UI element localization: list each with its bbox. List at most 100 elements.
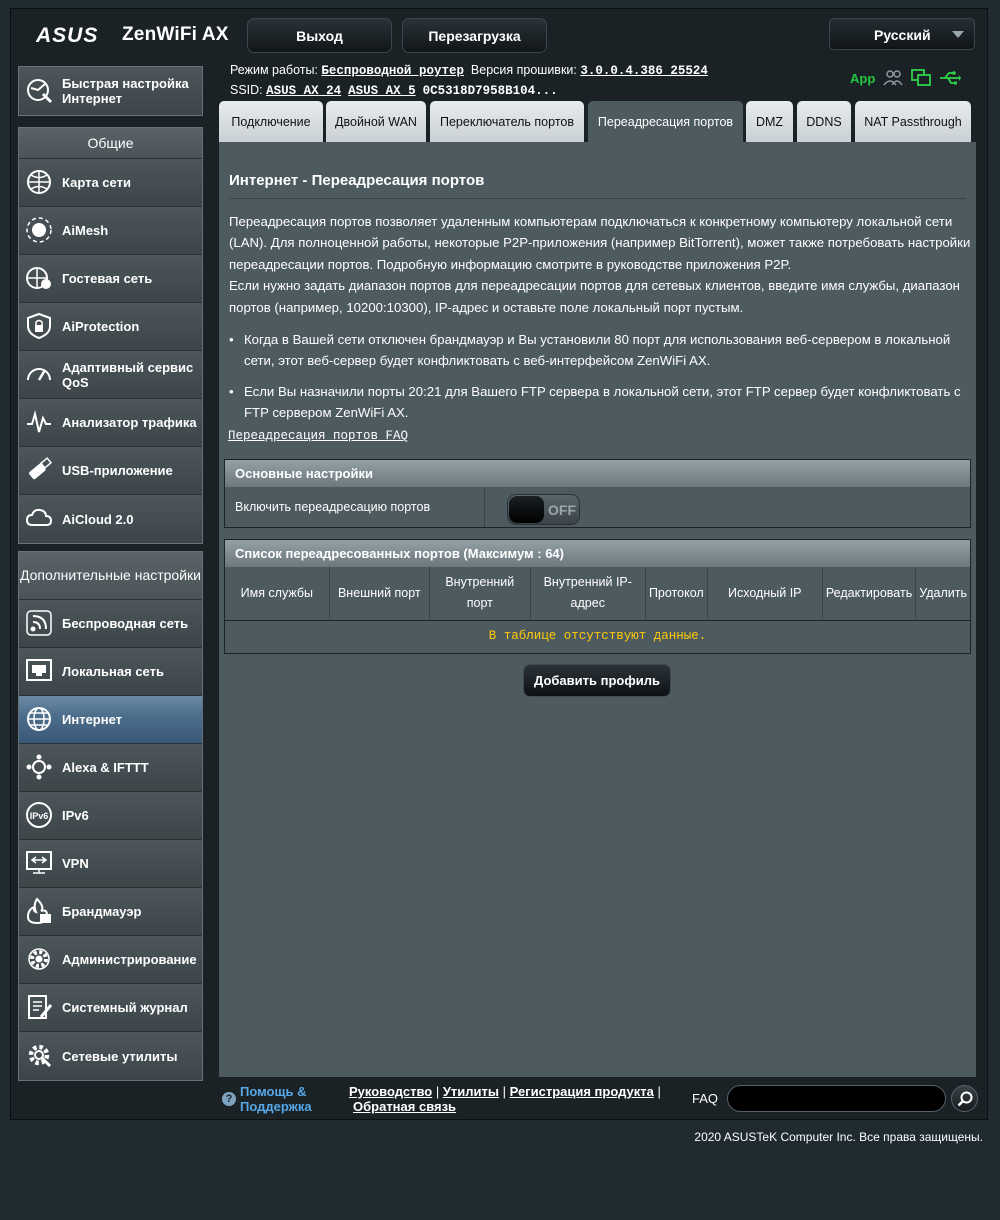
usb-icon: [29, 457, 53, 480]
feedback-link[interactable]: Обратная связь: [353, 1099, 456, 1114]
tab-ddns[interactable]: DDNS: [797, 101, 851, 142]
shield-lock-icon: [27, 312, 51, 340]
port-list-title: Список переадресованных портов (Максимум…: [225, 540, 970, 567]
column-header: Внутренний порт: [429, 567, 531, 620]
sidebar-item-label: USB-приложение: [62, 463, 173, 478]
copyright: 2020 ASUSTeK Computer Inc. Все права защ…: [694, 1130, 983, 1144]
sidebar-item-label: IPv6: [62, 808, 89, 823]
language-select[interactable]: Русский: [829, 18, 975, 50]
mac-address: 0C5318D7958B104...: [422, 84, 558, 98]
sidebar-item-network-tools[interactable]: Сетевые утилиты: [19, 1032, 202, 1080]
help-icon: ?: [222, 1092, 236, 1106]
reboot-button[interactable]: Перезагрузка: [402, 18, 547, 53]
sidebar-item-traffic-analyzer[interactable]: Анализатор трафика: [19, 399, 202, 447]
tab-nat-passthrough[interactable]: NAT Passthrough: [855, 101, 971, 142]
sidebar-item-label: Системный журнал: [62, 1000, 188, 1015]
sidebar-item-label: Администрирование: [62, 952, 197, 967]
network-status-icon[interactable]: [911, 69, 932, 87]
sidebar-advanced-title: Дополнительные настройки: [19, 552, 202, 600]
column-header: Внешний порт: [329, 567, 430, 620]
sidebar-item-label: Брандмауэр: [62, 904, 142, 919]
sidebar-item-wireless[interactable]: Беспроводная сеть: [19, 600, 202, 648]
clients-icon[interactable]: [883, 69, 903, 87]
sidebar-item-lan[interactable]: Локальная сеть: [19, 648, 202, 696]
faq-search-button[interactable]: [951, 1085, 978, 1112]
lan-icon: [26, 659, 52, 681]
sidebar-item-internet[interactable]: Интернет: [19, 696, 202, 744]
column-header: Редактировать: [822, 567, 917, 620]
app-link[interactable]: App: [850, 71, 875, 86]
toggle-state: OFF: [548, 502, 576, 518]
op-mode-label: Режим работы:: [230, 63, 318, 77]
sidebar-item-label: Карта сети: [62, 175, 131, 190]
alexa-icon: [26, 754, 52, 780]
enable-port-forwarding-row: Включить переадресацию портов: [225, 487, 970, 527]
sidebar-item-quick-setup[interactable]: Быстрая настройка Интернет: [19, 67, 202, 115]
port-list-section: Список переадресованных портов (Максимум…: [224, 539, 971, 654]
guest-network-icon: [26, 267, 51, 289]
utilities-link[interactable]: Утилиты: [443, 1084, 499, 1099]
sidebar-item-label: Alexa & IFTTT: [62, 760, 149, 775]
note-bullet-2: Если Вы назначили порты 20:21 для Вашего…: [229, 381, 974, 424]
port-forwarding-faq-link[interactable]: Переадресация портов FAQ: [228, 429, 408, 443]
network-map-icon: [27, 170, 51, 194]
page-description: Переадресация портов позволяет удаленным…: [229, 211, 971, 318]
tab-connection[interactable]: Подключение: [219, 101, 323, 142]
sidebar-item-aiprotection[interactable]: AiProtection: [19, 303, 202, 351]
sidebar-item-label: Беспроводная сеть: [62, 616, 189, 631]
faq-search-input[interactable]: [727, 1085, 946, 1112]
enable-port-forwarding-toggle[interactable]: OFF: [507, 494, 580, 525]
sidebar-item-network-map[interactable]: Карта сети: [19, 159, 202, 207]
help-support-link[interactable]: Помощь & Поддержка: [240, 1084, 330, 1114]
firmware-link[interactable]: 3.0.0.4.386_25524: [580, 64, 708, 78]
sidebar-item-system-log[interactable]: Системный журнал: [19, 984, 202, 1032]
sidebar-item-alexa[interactable]: Alexa & IFTTT: [19, 744, 202, 792]
enable-port-forwarding-label: Включить переадресацию портов: [225, 487, 485, 527]
logout-button[interactable]: Выход: [247, 18, 392, 53]
sidebar-item-label: AiProtection: [62, 319, 140, 334]
wireless-icon: [26, 610, 52, 636]
add-profile-button[interactable]: Добавить профиль: [523, 664, 671, 697]
column-header: Удалить: [915, 567, 970, 620]
sidebar-item-ipv6[interactable]: IPv6 IPv6: [19, 792, 202, 840]
empty-table-message: В таблице отсутствуют данные.: [225, 619, 970, 652]
model-name: ZenWiFi AX: [122, 24, 229, 45]
sidebar-item-firewall[interactable]: Брандмауэр: [19, 888, 202, 936]
quick-setup-box: Быстрая настройка Интернет: [18, 66, 203, 116]
description-paragraph-2: Если нужно задать диапазон портов для пе…: [229, 278, 960, 315]
speedometer-icon: [27, 368, 51, 381]
faq-label: FAQ: [692, 1091, 719, 1106]
sidebar-item-aicloud[interactable]: AiCloud 2.0: [19, 495, 202, 543]
aimesh-icon: [26, 217, 52, 243]
cloud-icon: [25, 508, 53, 526]
ssid-24-link[interactable]: ASUS_AX_24: [266, 84, 341, 98]
sidebar-item-label: Сетевые утилиты: [62, 1048, 178, 1064]
sidebar-advanced: Дополнительные настройки Беспроводная се…: [18, 551, 203, 1081]
sidebar-item-vpn[interactable]: VPN: [19, 840, 202, 888]
sidebar-item-label: VPN: [62, 856, 89, 871]
firmware-label: Версия прошивки:: [470, 63, 577, 77]
tab-dual-wan[interactable]: Двойной WAN: [326, 101, 426, 142]
sidebar-item-guest-network[interactable]: Гостевая сеть: [19, 255, 202, 303]
tab-port-forwarding[interactable]: Переадресация портов: [588, 101, 743, 142]
chevron-down-icon: [952, 31, 964, 38]
svg-text:ASUS: ASUS: [36, 24, 98, 46]
tab-dmz[interactable]: DMZ: [746, 101, 793, 142]
footer: ? Помощь & Поддержка Руководство | Утили…: [219, 1080, 979, 1120]
table-header-row: Имя службы Внешний порт Внутренний порт …: [225, 567, 970, 620]
manual-link[interactable]: Руководство: [349, 1084, 432, 1099]
sidebar-item-aimesh[interactable]: AiMesh: [19, 207, 202, 255]
sidebar-item-label: AiCloud 2.0: [62, 511, 134, 527]
sidebar-item-administration[interactable]: Администрирование: [19, 936, 202, 984]
sidebar-item-qos[interactable]: Адаптивный сервис QoS: [19, 351, 202, 399]
sidebar-item-usb[interactable]: USB-приложение: [19, 447, 202, 495]
status-icons: App: [850, 68, 962, 88]
ssid-5-link[interactable]: ASUS_AX_5: [348, 84, 416, 98]
footer-links: Руководство | Утилиты | Регистрация прод…: [349, 1084, 661, 1114]
firewall-icon: [26, 897, 51, 925]
register-product-link[interactable]: Регистрация продукта: [510, 1084, 654, 1099]
op-mode-link[interactable]: Беспроводной роутер: [321, 64, 464, 78]
usb-status-icon[interactable]: [939, 70, 962, 86]
status-info: Режим работы: Беспроводной роутер Версия…: [230, 61, 708, 101]
tab-port-trigger[interactable]: Переключатель портов: [430, 101, 584, 142]
